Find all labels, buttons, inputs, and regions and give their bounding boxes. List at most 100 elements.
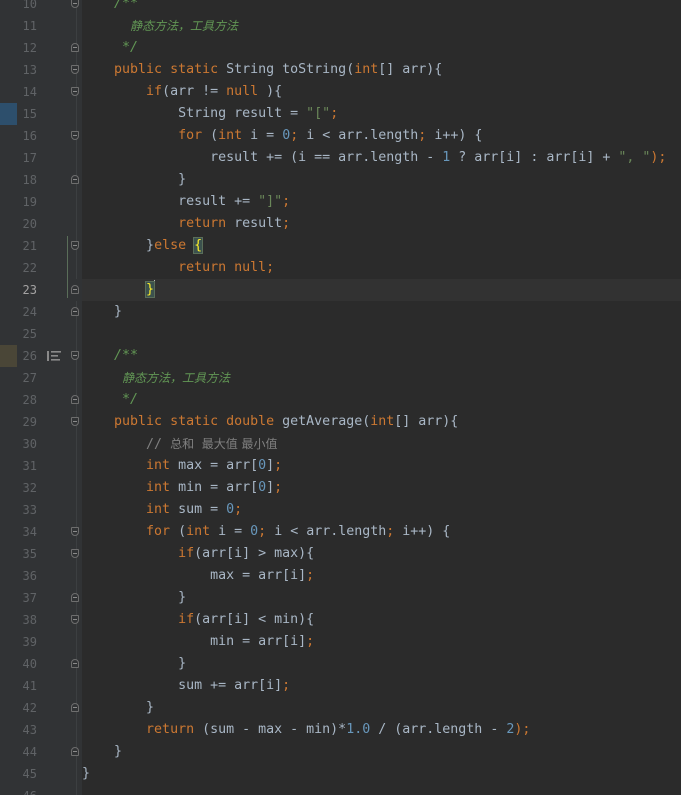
code-text[interactable]: } [82,169,186,191]
code-text[interactable]: 静态方法，工具方法 [82,367,230,389]
code-text[interactable]: for (int i = 0; i < arr.length; i++) { [82,125,482,147]
code-line[interactable]: 39 min = arr[i]; [0,631,681,653]
code-line[interactable]: 18 } [0,169,681,191]
code-text[interactable]: /** [82,345,138,367]
code-text[interactable]: */ [82,389,138,411]
code-token: } [82,700,155,715]
fold-end-icon[interactable] [71,703,79,712]
code-line[interactable]: 16 for (int i = 0; i < arr.length; i++) … [0,125,681,147]
fold-collapse-icon[interactable] [71,615,79,624]
code-line[interactable]: 40 } [0,653,681,675]
code-text[interactable]: max = arr[i]; [82,565,314,587]
code-editor[interactable]: 10 /** 11 静态方法，工具方法 12 */13 public static … [0,0,681,795]
code-line[interactable]: 35 if(arr[i] > max){ [0,543,681,565]
code-text[interactable]: if(arr[i] > max){ [82,543,314,565]
code-line[interactable]: 37 } [0,587,681,609]
code-text[interactable]: public static double getAverage(int[] ar… [82,411,458,433]
code-line[interactable]: 12 */ [0,37,681,59]
code-text[interactable]: int min = arr[0]; [82,477,282,499]
code-text[interactable]: sum += arr[i]; [82,675,290,697]
code-text[interactable]: */ [82,37,138,59]
code-line[interactable]: 41 sum += arr[i]; [0,675,681,697]
code-line[interactable]: 31 int max = arr[0]; [0,455,681,477]
render-doc-icon[interactable] [47,351,61,361]
code-text[interactable]: if(arr[i] < min){ [82,609,314,631]
code-line[interactable]: 14 if(arr != null ){ [0,81,681,103]
code-text[interactable]: return (sum - max - min)*1.0 / (arr.leng… [82,719,530,741]
code-text[interactable]: } [82,279,156,301]
code-text[interactable]: String result = "["; [82,103,338,125]
code-line[interactable]: 30 // 总和 最大值 最小值 [0,433,681,455]
code-line[interactable]: 43 return (sum - max - min)*1.0 / (arr.l… [0,719,681,741]
fold-collapse-icon[interactable] [71,0,79,8]
fold-collapse-icon[interactable] [71,527,79,536]
fold-collapse-icon[interactable] [71,241,79,250]
code-line[interactable]: 22 return null; [0,257,681,279]
code-line[interactable]: 17 result += (i == arr.length - 1 ? arr[… [0,147,681,169]
code-line[interactable]: 23 } [0,279,681,301]
code-line[interactable]: 34 for (int i = 0; i < arr.length; i++) … [0,521,681,543]
fold-collapse-icon[interactable] [71,351,79,360]
code-line[interactable]: 29 public static double getAverage(int[]… [0,411,681,433]
code-text[interactable]: } [82,653,186,675]
code-text[interactable]: return null; [82,257,274,279]
fold-end-icon[interactable] [71,307,79,316]
code-text[interactable]: int max = arr[0]; [82,455,282,477]
fold-end-icon[interactable] [71,395,79,404]
code-line[interactable]: 26 /** [0,345,681,367]
code-text[interactable]: // 总和 最大值 最小值 [82,433,277,455]
code-token: 0 [282,128,291,143]
code-line[interactable]: 13 public static String toString(int[] a… [0,59,681,81]
code-line[interactable]: 33 int sum = 0; [0,499,681,521]
fold-collapse-icon[interactable] [71,87,79,96]
code-text[interactable]: 静态方法，工具方法 [82,15,238,37]
code-text[interactable]: int sum = 0; [82,499,242,521]
code-line[interactable]: 10 /** [0,0,681,15]
code-line[interactable]: 46 [0,785,681,795]
code-text[interactable]: return result; [82,213,290,235]
code-line[interactable]: 36 max = arr[i]; [0,565,681,587]
code-line[interactable]: 28 */ [0,389,681,411]
code-line[interactable]: 38 if(arr[i] < min){ [0,609,681,631]
code-line[interactable]: 44 } [0,741,681,763]
code-line[interactable]: 19 result += "]"; [0,191,681,213]
code-line[interactable]: 20 return result; [0,213,681,235]
fold-collapse-icon[interactable] [71,131,79,140]
code-text[interactable]: min = arr[i]; [82,631,314,653]
code-text[interactable]: if(arr != null ){ [82,81,282,103]
code-line[interactable]: 27 静态方法，工具方法 [0,367,681,389]
code-line[interactable]: 25 [0,323,681,345]
code-line[interactable]: 32 int min = arr[0]; [0,477,681,499]
code-line[interactable]: 11 静态方法，工具方法 [0,15,681,37]
fold-collapse-icon[interactable] [71,417,79,426]
fold-end-icon[interactable] [71,43,79,52]
code-token: i = [242,128,283,143]
code-line[interactable]: 45} [0,763,681,785]
fold-end-icon[interactable] [71,285,79,294]
code-line[interactable]: 15 String result = "["; [0,103,681,125]
code-line[interactable]: 24 } [0,301,681,323]
code-text[interactable]: } [82,301,122,323]
code-text[interactable]: } [82,741,122,763]
fold-end-icon[interactable] [71,747,79,756]
code-text[interactable]: result += (i == arr.length - 1 ? arr[i] … [82,147,666,169]
fold-collapse-icon[interactable] [71,65,79,74]
code-token: ] [266,480,275,495]
code-text[interactable]: /** [82,0,138,15]
code-text[interactable]: } [82,587,186,609]
code-line[interactable]: 42 } [0,697,681,719]
code-text[interactable]: result += "]"; [82,191,290,213]
fold-collapse-icon[interactable] [71,549,79,558]
code-text[interactable]: public static String toString(int[] arr)… [82,59,442,81]
code-text[interactable]: }else { [82,235,204,257]
fold-end-icon[interactable] [71,175,79,184]
code-text[interactable]: } [82,697,154,719]
fold-end-icon[interactable] [71,659,79,668]
code-text[interactable]: } [82,763,90,785]
code-token: ; [306,568,315,583]
code-line[interactable]: 21 }else { [0,235,681,257]
code-text[interactable]: for (int i = 0; i < arr.length; i++) { [82,521,450,543]
line-number: 11 [22,19,37,33]
fold-end-icon[interactable] [71,593,79,602]
